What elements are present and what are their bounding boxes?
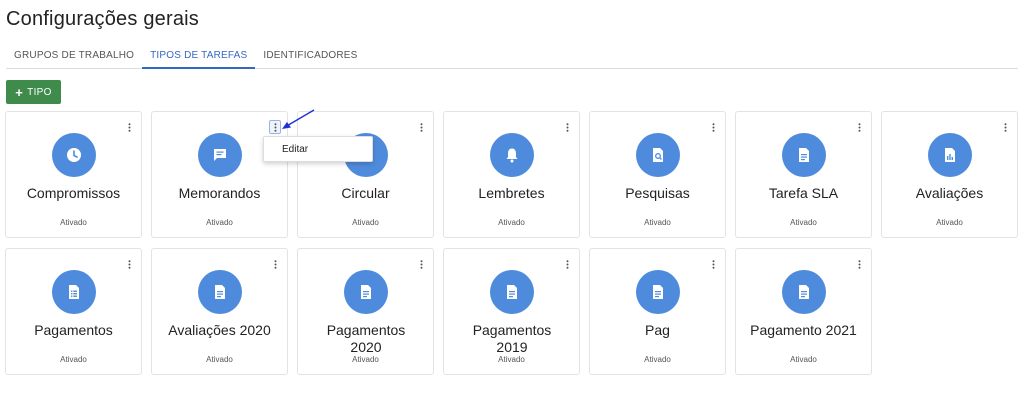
task-type-card-pag[interactable]: Pag Ativado	[589, 248, 726, 375]
card-name: Avaliações 2020	[168, 322, 271, 338]
card-menu-button[interactable]	[999, 120, 1011, 134]
document-icon	[361, 285, 371, 299]
card-menu-button[interactable]	[561, 257, 573, 271]
bell-icon	[506, 148, 518, 163]
add-type-label: TIPO	[27, 86, 52, 98]
card-status: Ativado	[206, 218, 233, 227]
card-status: Ativado	[644, 355, 671, 364]
card-icon-badge	[490, 270, 534, 314]
more-vertical-icon	[420, 122, 422, 132]
card-status: Ativado	[60, 355, 87, 364]
task-type-card-pagamento-2021[interactable]: Pagamento 2021 Ativado	[735, 248, 872, 375]
card-menu-button[interactable]	[123, 257, 135, 271]
card-name: Pagamentos 2020	[326, 322, 406, 355]
card-menu-button[interactable]	[853, 120, 865, 134]
card-icon-badge	[344, 270, 388, 314]
task-type-card-compromissos[interactable]: Compromissos Ativado	[5, 111, 142, 238]
card-icon-badge	[490, 133, 534, 177]
document-icon	[799, 285, 809, 299]
card-icon-badge	[782, 133, 826, 177]
more-vertical-icon	[274, 259, 276, 269]
card-status: Ativado	[60, 218, 87, 227]
more-vertical-icon	[566, 122, 568, 132]
card-menu-button[interactable]	[269, 257, 281, 271]
card-icon-badge	[636, 133, 680, 177]
card-status: Ativado	[352, 355, 379, 364]
task-type-card-avaliacoes[interactable]: Avaliações Ativado	[881, 111, 1018, 238]
card-menu-button[interactable]	[123, 120, 135, 134]
menu-item-editar[interactable]: Editar	[264, 137, 372, 163]
plus-icon: +	[15, 84, 24, 100]
card-status: Ativado	[790, 355, 817, 364]
card-icon-badge	[52, 270, 96, 314]
card-menu-button[interactable]	[707, 120, 719, 134]
card-menu-button[interactable]	[415, 257, 427, 271]
tab-identificadores[interactable]: IDENTIFICADORES	[255, 42, 365, 69]
card-name: Avaliações	[915, 185, 984, 201]
task-type-card-pagamentos[interactable]: Pagamentos Ativado	[5, 248, 142, 375]
card-icon-badge	[198, 133, 242, 177]
card-status: Ativado	[352, 218, 379, 227]
task-type-card-lembretes[interactable]: Lembretes Ativado	[443, 111, 580, 238]
document-icon	[799, 148, 809, 162]
card-status: Ativado	[206, 355, 233, 364]
document-icon	[653, 285, 663, 299]
more-vertical-icon	[712, 259, 714, 269]
document-icon	[507, 285, 517, 299]
card-menu-button[interactable]	[707, 257, 719, 271]
tab-tipos-de-tarefas[interactable]: TIPOS DE TAREFAS	[142, 42, 256, 69]
task-type-card-pesquisas[interactable]: Pesquisas Ativado	[589, 111, 726, 238]
more-vertical-icon	[274, 122, 276, 132]
card-name: Pagamento 2021	[750, 322, 857, 338]
card-status: Ativado	[644, 218, 671, 227]
card-menu-button[interactable]	[853, 257, 865, 271]
card-menu-button[interactable]	[561, 120, 573, 134]
card-name: Compromissos	[26, 185, 121, 201]
card-status: Ativado	[498, 355, 525, 364]
card-name: Lembretes	[478, 185, 545, 201]
card-name: Pesquisas	[625, 185, 690, 201]
card-context-menu: Editar	[263, 136, 373, 162]
more-vertical-icon	[858, 122, 860, 132]
tab-bar: GRUPOS DE TRABALHO TIPOS DE TAREFAS IDEN…	[6, 42, 1018, 69]
task-type-card-avaliacoes-2020[interactable]: Avaliações 2020 Ativado	[151, 248, 288, 375]
annotation-arrow-icon	[282, 109, 315, 129]
card-menu-button[interactable]	[415, 120, 427, 134]
more-vertical-icon	[858, 259, 860, 269]
more-vertical-icon	[712, 122, 714, 132]
tab-grupos-de-trabalho[interactable]: GRUPOS DE TRABALHO	[6, 42, 142, 69]
card-icon-badge	[636, 270, 680, 314]
card-name: Pag	[645, 322, 670, 338]
add-type-button[interactable]: + TIPO	[6, 80, 61, 104]
page-title: Configurações gerais	[6, 8, 199, 30]
more-vertical-icon	[128, 259, 130, 269]
search-document-icon	[653, 148, 663, 162]
document-icon	[215, 285, 225, 299]
card-icon-badge	[782, 270, 826, 314]
card-status: Ativado	[790, 218, 817, 227]
task-type-card-pagamentos-2019[interactable]: Pagamentos 2019 Ativado	[443, 248, 580, 375]
card-icon-badge	[928, 133, 972, 177]
card-status: Ativado	[936, 218, 963, 227]
task-type-card-tarefa-sla[interactable]: Tarefa SLA Ativado	[735, 111, 872, 238]
chart-document-icon	[945, 148, 955, 162]
message-icon	[214, 149, 226, 161]
card-name: Tarefa SLA	[768, 185, 839, 201]
more-vertical-icon	[128, 122, 130, 132]
more-vertical-icon	[420, 259, 422, 269]
card-icon-badge	[198, 270, 242, 314]
card-name: Pagamentos	[34, 322, 113, 338]
task-type-card-pagamentos-2020[interactable]: Pagamentos 2020 Ativado	[297, 248, 434, 375]
card-name: Memorandos	[178, 185, 261, 201]
more-vertical-icon	[566, 259, 568, 269]
list-document-icon	[69, 285, 79, 299]
card-status: Ativado	[498, 218, 525, 227]
clock-icon	[67, 148, 81, 162]
more-vertical-icon	[1004, 122, 1006, 132]
card-name: Circular	[341, 185, 390, 201]
card-icon-badge	[52, 133, 96, 177]
task-type-card-memorandos[interactable]: Memorandos Ativado	[151, 111, 288, 238]
card-name: Pagamentos 2019	[472, 322, 552, 355]
